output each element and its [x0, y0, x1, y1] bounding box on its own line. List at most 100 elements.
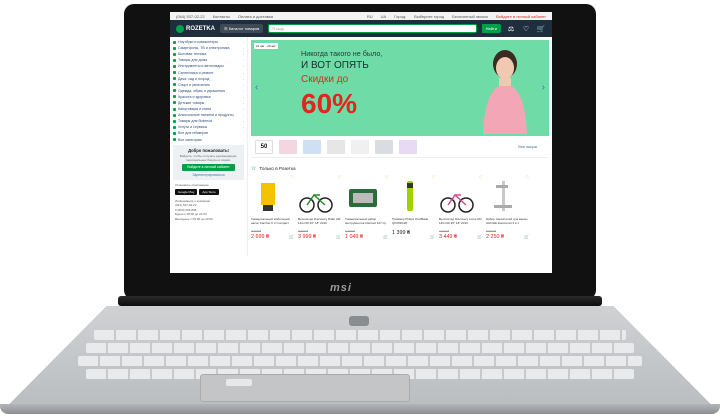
catalog-button[interactable]: ☰ Каталог товаров — [220, 24, 264, 33]
cart-icon[interactable]: 🛒 — [336, 234, 341, 239]
lang-ua[interactable]: UA — [381, 14, 387, 19]
signin-button[interactable]: Войдите в личный кабинет — [182, 163, 235, 171]
chevron-right-icon: › — [243, 131, 244, 136]
chevron-right-icon: › — [243, 107, 244, 112]
promo-thumb-3[interactable] — [303, 139, 321, 154]
schedule-1-time: с 08:00 до 21:00 — [184, 212, 207, 217]
banner-date: 21 авг - 29 авг — [254, 43, 278, 49]
product-image[interactable] — [298, 179, 334, 215]
all-promos-link[interactable]: Все акции — [518, 144, 537, 149]
product-image[interactable] — [251, 179, 287, 215]
product-card[interactable]: ♡ Универсальный мобильный насос Karcher K… — [251, 175, 295, 253]
chevron-right-icon: › — [243, 137, 244, 142]
heart-icon[interactable]: ♡ — [291, 175, 295, 181]
compare-icon[interactable]: ⚖ — [506, 25, 516, 33]
sidebar: Ноутбуки и компьютеры › Смартфоны, ТВ и эл… — [170, 37, 248, 256]
product-card[interactable]: ♡ Триммер Philips OneBlade QP2520/20 1 399… — [392, 175, 436, 253]
search-input[interactable]: Я ищу — [268, 24, 477, 33]
category-icon — [173, 40, 176, 44]
cart-icon[interactable]: 🛒 — [430, 234, 435, 239]
schedule-1: Будни — [175, 212, 184, 217]
product-name[interactable]: Велосипед Discovery Lotus AM 14G DD 26" … — [439, 218, 483, 229]
sidebar-item-label: Товары для бизнеса — [178, 119, 212, 124]
cart-icon[interactable]: 🛒 — [536, 25, 546, 33]
contacts-block: Информация о компании (044) 537-02-22 0 … — [173, 198, 244, 223]
product-image[interactable] — [345, 179, 381, 215]
product-name[interactable]: Триммер Philips OneBlade QP2520/20 — [392, 218, 436, 229]
product-name[interactable]: Набор смесителей для ванны GROHE Eurosma… — [486, 218, 530, 229]
cart-icon[interactable]: 🛒 — [524, 234, 529, 239]
promo-thumb-5[interactable] — [351, 139, 369, 154]
promo-thumb-6[interactable] — [375, 139, 393, 154]
signin-link[interactable]: Войдите в личный кабинет — [496, 14, 546, 19]
cart-icon[interactable]: 🛒 — [289, 234, 294, 239]
contacts-link[interactable]: Контакты — [213, 14, 230, 19]
sidebar-item-label: Товары для дома — [178, 58, 208, 63]
product-image[interactable] — [439, 179, 475, 215]
search-button[interactable]: Найти — [481, 24, 501, 33]
chevron-right-icon: › — [243, 94, 244, 99]
product-card[interactable]: ♡ Велосипед Discovery Rider AM 14G DD 26"… — [298, 175, 342, 253]
product-name[interactable]: Велосипед Discovery Rider AM 14G DD 26" … — [298, 218, 342, 229]
welcome-title: Добро пожаловать! — [188, 147, 229, 153]
cart-icon[interactable]: 🛒 — [477, 234, 482, 239]
heart-icon[interactable]: ♡ — [385, 175, 389, 181]
touchpad-badge — [226, 379, 252, 386]
category-icon — [173, 83, 176, 87]
product-image[interactable] — [486, 179, 522, 215]
product-old-price: 3 009 ₴ — [486, 229, 497, 233]
banner-line-3: Скидки до — [301, 74, 349, 85]
category-icon — [173, 71, 176, 75]
brand-logo[interactable]: ROZETKA — [176, 24, 215, 33]
sidebar-item-label: Сантехника и ремонт — [178, 70, 214, 75]
apps-label: Установить приложение — [175, 182, 209, 187]
heart-icon[interactable]: ♡ — [526, 175, 530, 181]
promo-thumb-7[interactable] — [399, 139, 417, 154]
heart-icon[interactable]: ♡ — [432, 175, 436, 181]
phone-link[interactable]: (044) 537-02-22 — [176, 14, 205, 19]
product-image[interactable] — [392, 179, 428, 215]
main-content: 21 авг - 29 авг ‹ › Никогда такого не бы… — [248, 37, 552, 256]
lang-ru[interactable]: RU — [367, 14, 373, 19]
product-card[interactable]: ♡ Набор смесителей для ванны GROHE Eurosm… — [486, 175, 530, 253]
promo-thumb-2[interactable] — [279, 139, 297, 154]
promo-thumb-4[interactable] — [327, 139, 345, 154]
chevron-left-icon[interactable]: ‹ — [255, 82, 258, 93]
sidebar-item-label: Алкогольные напитки и продукты — [178, 113, 234, 118]
register-link[interactable]: Зарегистрироваться — [176, 173, 241, 177]
product-name[interactable]: Универсальный мобильный насос Karcher K … — [251, 218, 295, 229]
cart-icon[interactable]: 🛒 — [383, 234, 388, 239]
product-card[interactable]: ♡ Велосипед Discovery Lotus AM 14G DD 26"… — [439, 175, 483, 253]
chevron-right-icon[interactable]: › — [542, 82, 545, 93]
promo-thumb-1[interactable]: 50 — [255, 139, 273, 154]
promo-thumbs: 50 Все акции — [251, 136, 549, 158]
site-header: ROZETKA ☰ Каталог товаров Я ищу Найти ⚖ … — [170, 20, 552, 37]
heart-icon[interactable]: ♡ — [521, 25, 531, 33]
heart-icon[interactable]: ♡ — [338, 175, 342, 181]
sidebar-item-label: Все для геймеров — [178, 131, 208, 136]
sidebar-item-label: Смартфоны, ТВ и электроника — [178, 46, 230, 51]
category-icon — [173, 125, 176, 129]
sidebar-item-label: Все категории — [178, 137, 202, 142]
sidebar-item-label: Детские товары — [178, 100, 205, 105]
chevron-right-icon: › — [243, 40, 244, 45]
laptop-screen: (044) 537-02-22 Контакты Оплата и достав… — [170, 12, 552, 273]
welcome-box: Добро пожаловать! Войдите, чтобы получат… — [173, 144, 244, 180]
sidebar-item-label: Инструменты и автотовары — [178, 64, 224, 69]
chevron-right-icon: › — [243, 113, 244, 118]
help-link[interactable]: Бесплатный звонок — [452, 14, 488, 19]
product-card[interactable]: ♡ Универсальный набор инструментов Intert… — [345, 175, 389, 253]
chevron-right-icon: › — [243, 100, 244, 105]
chevron-right-icon: › — [243, 70, 244, 75]
category-icon — [173, 95, 176, 99]
delivery-link[interactable]: Оплата и доставка — [238, 14, 273, 19]
promo-banner[interactable]: 21 авг - 29 авг ‹ › Никогда такого не бы… — [251, 40, 549, 136]
google-play-button[interactable]: Google Play — [175, 188, 198, 195]
search-placeholder: Я ищу — [272, 26, 284, 31]
app-store-button[interactable]: App Store — [199, 188, 219, 195]
chevron-right-icon: › — [243, 46, 244, 51]
heart-icon[interactable]: ♡ — [479, 175, 483, 181]
city-select[interactable]: Выберите город — [414, 14, 444, 19]
sidebar-item[interactable]: Все категории › — [173, 137, 244, 143]
product-name[interactable]: Универсальный набор инструментов Interto… — [345, 218, 389, 229]
